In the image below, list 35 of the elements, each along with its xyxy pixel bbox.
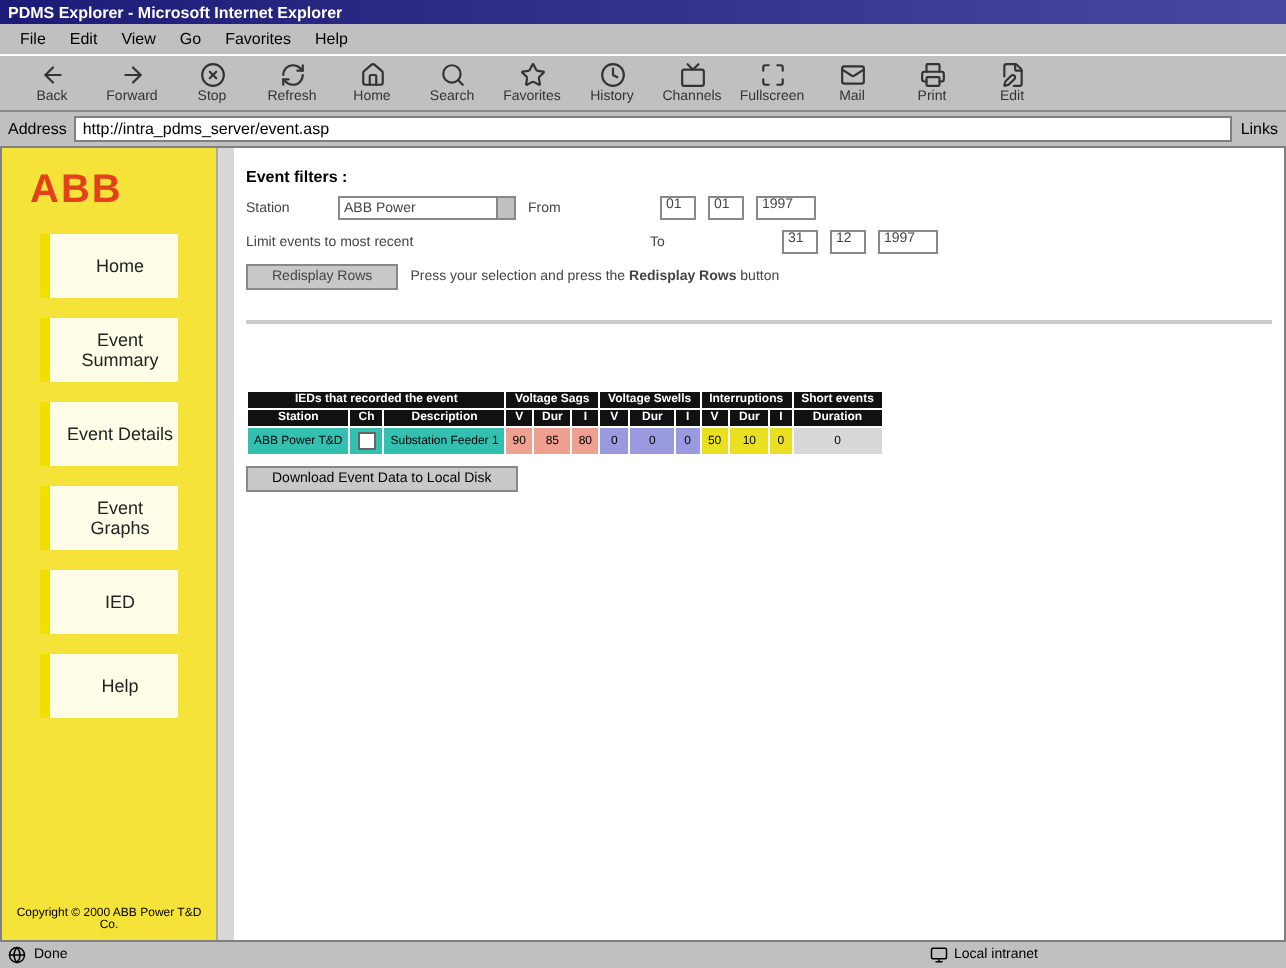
fullscreen-icon	[759, 62, 785, 88]
tv-icon	[679, 62, 705, 88]
nav-item[interactable]: Event Summary	[40, 318, 178, 382]
nav-item[interactable]: Event Details	[40, 402, 178, 466]
menu-item[interactable]: Edit	[69, 30, 98, 48]
address-field[interactable]: http://intra_pdms_server/event.asp	[74, 116, 1233, 142]
menu-item[interactable]: Favorites	[225, 30, 291, 48]
nav-item[interactable]: Event Graphs	[40, 486, 178, 550]
logo: ABB	[30, 168, 123, 214]
refresh-icon	[279, 62, 305, 88]
nav-item[interactable]: IED	[40, 570, 178, 634]
nav-item[interactable]: Home	[40, 234, 178, 298]
page-icon	[8, 946, 26, 964]
computer-icon	[929, 946, 948, 964]
menu-item[interactable]: Go	[179, 30, 202, 48]
links-label[interactable]: Links	[1240, 120, 1278, 138]
checkbox[interactable]	[357, 432, 376, 450]
search-icon	[439, 62, 465, 88]
star-icon	[519, 62, 545, 88]
forward-arrow-icon	[119, 62, 145, 88]
menu-item[interactable]: Help	[314, 30, 348, 48]
home-icon	[359, 62, 385, 88]
address-label: Address	[8, 120, 67, 138]
stop-icon	[199, 62, 225, 88]
section-title: Event filters :	[246, 168, 350, 186]
printer-icon	[919, 62, 945, 88]
window-title: PDMS Explorer - Microsoft Internet Explorer	[0, 0, 1286, 24]
scrollbar[interactable]	[216, 148, 234, 940]
mail-icon	[839, 62, 865, 88]
edit-icon	[999, 62, 1025, 88]
menu-item[interactable]: File	[20, 30, 46, 48]
back-arrow-icon	[39, 62, 65, 88]
clock-icon	[599, 62, 625, 88]
menu-item[interactable]: View	[121, 30, 156, 48]
nav-item[interactable]: Help	[40, 654, 178, 718]
